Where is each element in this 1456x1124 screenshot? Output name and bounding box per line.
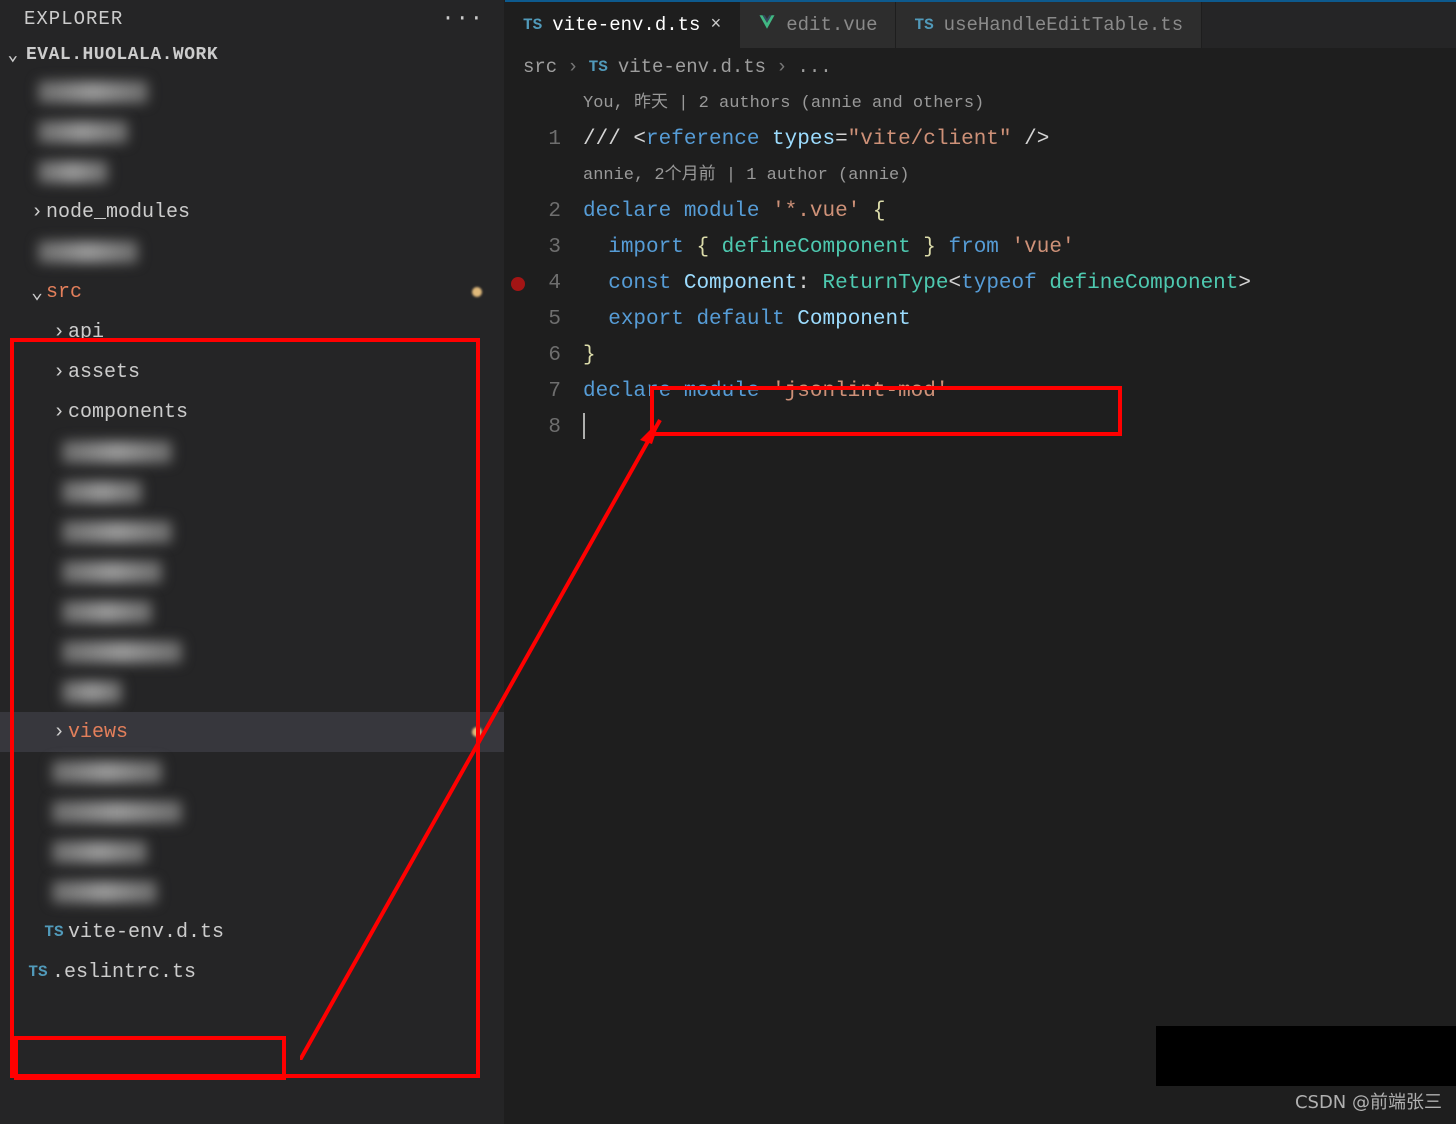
tab-edit-vue[interactable]: edit.vue [740, 2, 896, 48]
tree-item-node-modules[interactable]: › node_modules [0, 192, 504, 232]
chevron-right-icon: › [50, 401, 68, 424]
tree-item-blur[interactable] [0, 632, 504, 672]
code-line[interactable]: declare module 'jsonlint-mod' [583, 374, 1456, 410]
text-cursor [583, 413, 585, 439]
tree-item-blur[interactable] [0, 152, 504, 192]
tree-item-blur[interactable] [0, 752, 504, 792]
more-icon[interactable]: ··· [441, 13, 484, 25]
tree-item-blur[interactable] [0, 72, 504, 112]
chevron-right-icon: › [50, 721, 68, 744]
codelens-annotation[interactable]: annie, 2个月前 | 1 author (annie) [583, 158, 1456, 194]
tab-label: vite-env.d.ts [552, 14, 700, 36]
line-gutter: 1 2 3 4 5 6 7 8 [505, 86, 583, 446]
code-line[interactable]: const Component: ReturnType<typeof defin… [583, 266, 1456, 302]
tab-vite-env[interactable]: TS vite-env.d.ts × [505, 2, 740, 48]
code-editor[interactable]: 1 2 3 4 5 6 7 8 You, 昨天 | 2 authors (ann… [505, 86, 1456, 446]
explorer-sidebar: EXPLORER ··· ⌄ EVAL.HUOLALA.WORK › node_… [0, 0, 505, 1124]
breadcrumb[interactable]: src › TS vite-env.d.ts › ... [505, 48, 1456, 86]
line-number[interactable]: 2 [505, 194, 561, 230]
file-tree: › node_modules ⌄ src › api › assets › co… [0, 72, 504, 1124]
tree-label: assets [68, 361, 140, 384]
code-lines[interactable]: You, 昨天 | 2 authors (annie and others) /… [583, 86, 1456, 446]
explorer-title: EXPLORER [24, 8, 123, 30]
close-icon[interactable]: × [710, 15, 721, 35]
line-number[interactable]: 8 [505, 410, 561, 446]
tree-label: api [68, 321, 104, 344]
chevron-down-icon: ⌄ [28, 279, 46, 305]
tab-usehandle[interactable]: TS useHandleEditTable.ts [896, 2, 1202, 48]
tree-label: components [68, 401, 188, 424]
ts-file-icon: TS [40, 923, 68, 941]
tree-item-views[interactable]: › views [0, 712, 504, 752]
breadcrumb-part[interactable]: vite-env.d.ts [618, 56, 766, 78]
vue-file-icon [758, 13, 776, 37]
code-line[interactable]: import { defineComponent } from 'vue' [583, 230, 1456, 266]
modified-indicator-icon [472, 727, 482, 737]
code-line[interactable]: } [583, 338, 1456, 374]
tree-item-blur[interactable] [0, 232, 504, 272]
tree-item-components[interactable]: › components [0, 392, 504, 432]
tree-item-eslintrc[interactable]: TS .eslintrc.ts [0, 952, 504, 992]
tree-label: views [68, 721, 128, 744]
tab-label: edit.vue [786, 14, 877, 36]
ts-file-icon: TS [914, 16, 933, 34]
project-name-label: EVAL.HUOLALA.WORK [26, 45, 218, 65]
chevron-right-icon: › [776, 56, 787, 78]
line-number[interactable]: 4 [505, 266, 561, 302]
tree-item-blur[interactable] [0, 592, 504, 632]
breadcrumb-part[interactable]: src [523, 56, 557, 78]
tree-item-blur[interactable] [0, 472, 504, 512]
tab-bar: TS vite-env.d.ts × edit.vue TS useHandle… [505, 0, 1456, 48]
tree-item-api[interactable]: › api [0, 312, 504, 352]
line-number[interactable]: 7 [505, 374, 561, 410]
codelens-annotation[interactable]: You, 昨天 | 2 authors (annie and others) [583, 86, 1456, 122]
tree-item-blur[interactable] [0, 432, 504, 472]
code-line[interactable]: declare module '*.vue' { [583, 194, 1456, 230]
redaction-overlay [1156, 1026, 1456, 1086]
tree-label: node_modules [46, 201, 190, 224]
modified-indicator-icon [472, 287, 482, 297]
editor-region: TS vite-env.d.ts × edit.vue TS useHandle… [505, 0, 1456, 1124]
tree-item-blur[interactable] [0, 552, 504, 592]
chevron-right-icon: › [28, 201, 46, 224]
code-line[interactable]: export default Component [583, 302, 1456, 338]
tree-label: src [46, 281, 82, 304]
tree-item-blur[interactable] [0, 872, 504, 912]
chevron-right-icon: › [50, 361, 68, 384]
ts-file-icon: TS [24, 963, 52, 981]
tree-item-blur[interactable] [0, 672, 504, 712]
ts-file-icon: TS [589, 58, 608, 76]
tree-item-vite-env[interactable]: TS vite-env.d.ts [0, 912, 504, 952]
tree-item-blur[interactable] [0, 112, 504, 152]
ts-file-icon: TS [523, 16, 542, 34]
tree-label: .eslintrc.ts [52, 961, 196, 984]
code-line[interactable]: /// <reference types="vite/client" /> [583, 122, 1456, 158]
tree-item-blur[interactable] [0, 512, 504, 552]
line-number[interactable]: 6 [505, 338, 561, 374]
breadcrumb-part[interactable]: ... [797, 56, 831, 78]
chevron-down-icon: ⌄ [4, 44, 22, 66]
chevron-right-icon: › [50, 321, 68, 344]
tree-item-blur[interactable] [0, 832, 504, 872]
line-number[interactable]: 5 [505, 302, 561, 338]
chevron-right-icon: › [567, 56, 578, 78]
tab-label: useHandleEditTable.ts [944, 14, 1183, 36]
code-line[interactable] [583, 410, 1456, 446]
tree-item-src[interactable]: ⌄ src [0, 272, 504, 312]
line-number[interactable]: 3 [505, 230, 561, 266]
line-number[interactable]: 1 [505, 122, 561, 158]
project-header[interactable]: ⌄ EVAL.HUOLALA.WORK [0, 38, 504, 72]
watermark-text: CSDN @前端张三 [1295, 1088, 1442, 1114]
tree-label: vite-env.d.ts [68, 921, 224, 944]
tree-item-blur[interactable] [0, 792, 504, 832]
tree-item-assets[interactable]: › assets [0, 352, 504, 392]
